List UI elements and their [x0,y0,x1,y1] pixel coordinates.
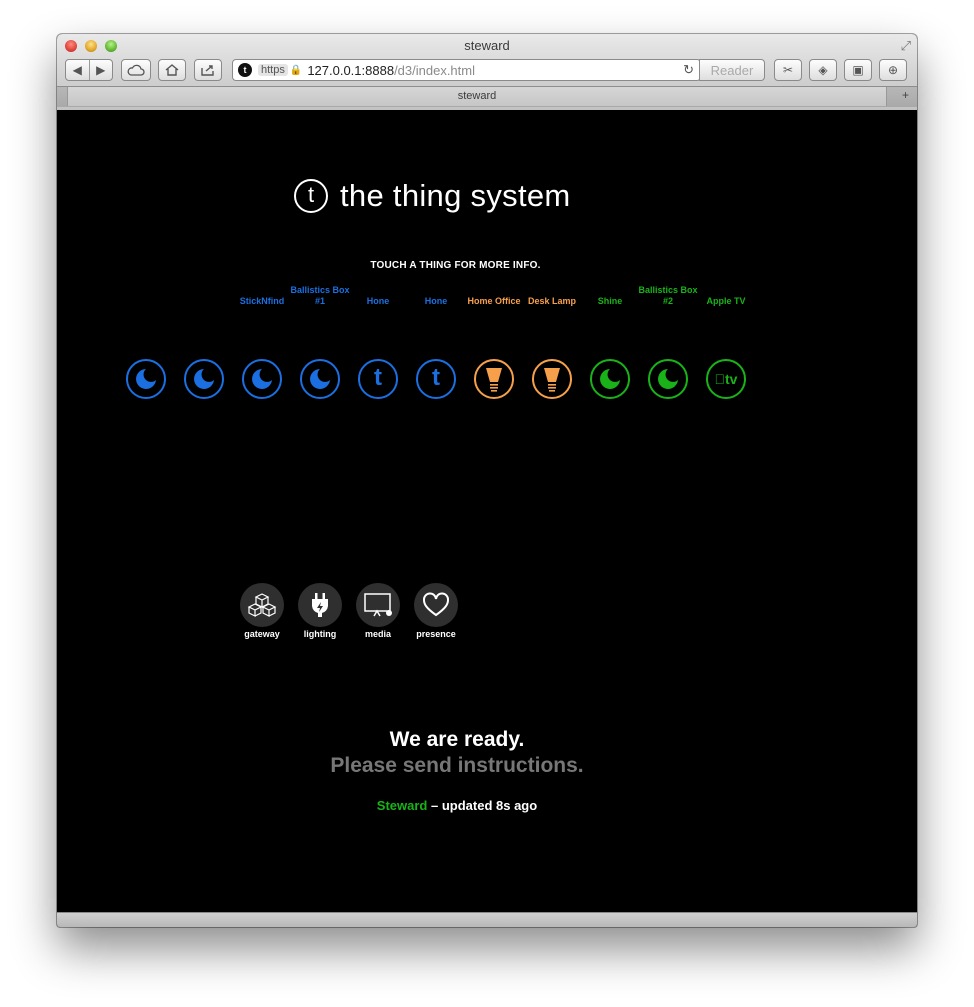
heart-icon[interactable] [414,583,458,627]
category-label: media [364,629,391,639]
extension-button-2[interactable]: ◈ [809,59,837,81]
moon-icon[interactable] [184,359,224,399]
home-button[interactable] [158,59,186,81]
status-bar [57,912,917,927]
moon-icon[interactable] [648,359,688,399]
fullscreen-icon[interactable]: ⤢ [901,38,911,54]
monitor-icon[interactable] [356,583,400,627]
site-favicon: t [238,63,252,77]
thing-label: StickNfind [239,296,285,306]
reader-button[interactable]: Reader [699,59,765,81]
url-protocol: https [258,64,288,76]
thing-label: Desk Lamp [527,296,577,306]
page-content: t the thing system TOUCH A THING FOR MOR… [57,110,917,912]
steward-link[interactable]: Steward [377,798,428,813]
moon-icon[interactable] [242,359,282,399]
thing-label: Ballistics Box #1 [290,285,350,306]
t-icon[interactable]: t [416,359,456,399]
category-label: presence [416,629,456,639]
t-icon[interactable]: t [358,359,398,399]
instruction-prompt: TOUCH A THING FOR MORE INFO. [370,260,541,271]
icloud-tabs-button[interactable] [121,59,151,81]
ready-message: We are ready. [389,728,525,751]
share-button[interactable] [194,59,222,81]
download-icon: ⊕ [887,63,899,77]
window-title: steward [464,38,510,53]
status-line: Steward – updated 8s ago [57,798,857,813]
instructions-message: Please send instructions. [330,754,584,777]
logo-text: the thing system [340,178,571,213]
layers-icon: ◈ [818,63,828,77]
bulb-icon[interactable] [532,359,572,399]
lock-icon: 🔒 [289,64,303,76]
browser-window: steward ⤢ ◀ ▶ t https 🔒 127.0.0.1:8888/d… [57,34,917,927]
share-icon [201,65,214,76]
address-bar[interactable]: t https 🔒 127.0.0.1:8888/d3/index.html ↻ [232,59,701,81]
cubes-icon[interactable] [240,583,284,627]
thing-label: Shine [597,296,623,306]
category-label: lighting [303,629,337,639]
thing-label: Ballistics Box #2 [638,285,698,306]
clip-icon: ▣ [852,63,864,77]
thing-label: Home Office [467,296,521,306]
forward-arrow-icon[interactable]: ▶ [89,63,112,77]
extension-button-1[interactable]: ✂ [774,59,802,81]
reload-icon[interactable]: ↻ [683,62,694,78]
back-arrow-icon[interactable]: ◀ [66,63,89,77]
logo-t-icon: t [294,179,328,213]
new-tab-icon[interactable]: + [902,88,909,102]
downloads-button[interactable]: ⊕ [879,59,907,81]
url-path: /d3/index.html [394,62,475,78]
url-host: 127.0.0.1:8888 [307,62,395,78]
plug-icon[interactable] [298,583,342,627]
tab-steward[interactable]: steward [67,87,887,106]
tab-bar: steward + [57,86,917,107]
thing-label: Hone [424,296,448,306]
updated-text: – updated 8s ago [427,798,538,813]
moon-icon[interactable] [126,359,166,399]
tools-icon: ✂ [782,63,794,77]
thing-label: Apple TV [706,296,746,306]
cloud-icon [127,64,145,76]
home-icon [165,64,179,76]
back-forward-buttons[interactable]: ◀ ▶ [65,59,113,81]
bulb-icon[interactable] [474,359,514,399]
category-label: gateway [244,629,280,639]
extension-button-3[interactable]: ▣ [844,59,872,81]
thing-label: Hone [366,296,390,306]
logo: t the thing system [294,176,571,216]
moon-icon[interactable] [590,359,630,399]
appletv-icon[interactable]: tv [706,359,746,399]
moon-icon[interactable] [300,359,340,399]
